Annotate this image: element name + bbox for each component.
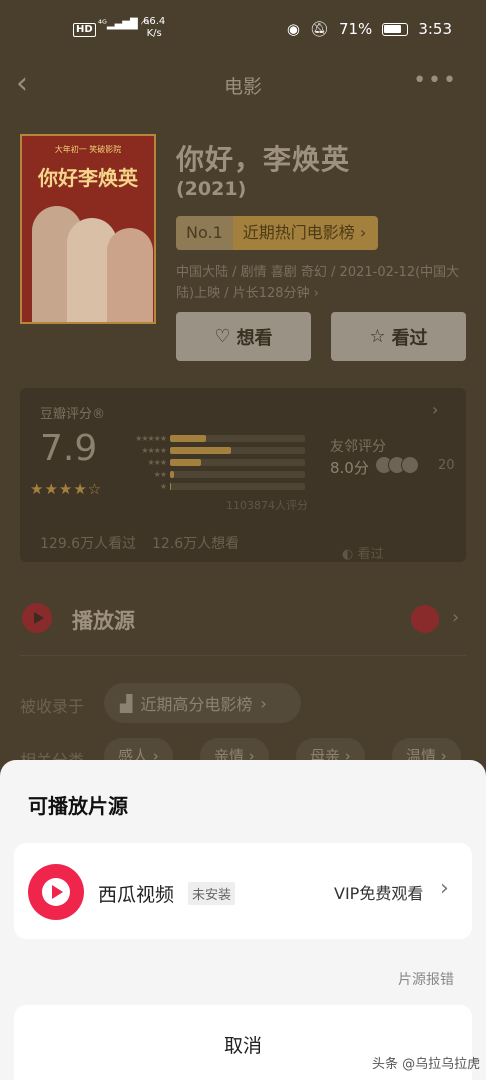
- included-label: 被收录于: [20, 697, 85, 716]
- rating-score: 7.9: [40, 428, 98, 469]
- network-speed: 66.4 K/s: [143, 16, 166, 39]
- battery-icon: [382, 22, 409, 36]
- rating-bar-stars: ★: [159, 481, 167, 491]
- source-vip-label: VIP免费观看: [334, 884, 424, 903]
- mute-bell-icon: 🔕︎: [309, 20, 329, 38]
- divider: [20, 655, 466, 656]
- rank-number: No.1: [176, 216, 233, 250]
- play-source-app-icon[interactable]: [411, 605, 439, 633]
- status-bar: HD ⁴ᴳ▂▄▆█ ◠ 66.4 K/s ◉ 🔕︎ 71% 3:53: [0, 0, 486, 60]
- rank-badge[interactable]: No.1 近期热门电影榜 ›: [176, 216, 379, 250]
- rating-bar-fill: [170, 482, 172, 490]
- movie-year: (2021): [176, 178, 247, 200]
- rating-bar-fill: [170, 446, 231, 454]
- rating-bar-row: ★★: [120, 468, 305, 480]
- signal-icon: ⁴ᴳ▂▄▆█ ◠: [98, 19, 150, 30]
- rating-bar-row: ★: [120, 480, 305, 492]
- clock: 3:53: [418, 20, 452, 38]
- movie-poster[interactable]: 大年初一 笑破影院 你好李焕英: [20, 134, 156, 324]
- install-status-badge: 未安装: [188, 882, 236, 905]
- rating-bar-fill: [170, 458, 202, 466]
- chevron-right-icon[interactable]: ›: [432, 400, 438, 419]
- poster-title: 你好李焕英: [38, 166, 138, 190]
- chevron-right-icon[interactable]: ›: [452, 607, 459, 628]
- rating-bar-row: ★★★★★: [120, 432, 305, 444]
- watched-count: 129.6万人看过: [40, 536, 137, 552]
- rating-bar-track: [170, 470, 305, 478]
- rating-bar-track: [170, 434, 305, 442]
- avatar: ◐: [342, 547, 354, 562]
- poster-tagline: 大年初一 笑破影院: [54, 145, 122, 154]
- star-outline-icon: ☆: [369, 326, 386, 347]
- movie-info[interactable]: 中国大陆 / 剧情 喜剧 奇幻 / 2021-02-12(中国大陆)上映 / 片…: [176, 262, 466, 304]
- rating-bar-track: [170, 458, 305, 466]
- chevron-right-icon: ›: [260, 693, 267, 713]
- sheet-title: 可播放片源: [28, 794, 128, 818]
- avatar: [401, 456, 419, 474]
- included-list-chip[interactable]: ▟ 近期高分电影榜 ›: [104, 683, 301, 723]
- rating-bar-stars: ★★★: [147, 457, 167, 467]
- rating-bar-row: ★★★★: [120, 444, 305, 456]
- heart-plus-icon: ♡: [214, 326, 231, 347]
- eye-icon: ◉: [286, 20, 300, 38]
- play-icon: [22, 603, 52, 633]
- rank-list-name: 近期热门电影榜: [242, 223, 355, 242]
- seen-indicator: ◐ 看过: [342, 547, 384, 562]
- rating-bar-fill: [170, 434, 207, 442]
- rating-bar-stars: ★★★★★: [135, 433, 167, 443]
- rating-stars: ★★★★☆: [30, 480, 103, 498]
- more-dots-icon[interactable]: •••: [413, 68, 458, 93]
- rating-bar-track: [170, 482, 305, 490]
- seen-button[interactable]: ☆ 看过: [331, 312, 466, 361]
- friend-avatars[interactable]: [375, 456, 419, 474]
- battery-percent: 71%: [338, 20, 373, 38]
- xigua-video-icon: [28, 864, 84, 920]
- source-name: 西瓜视频: [98, 884, 175, 906]
- friend-rating-score: 8.0分: [330, 459, 369, 477]
- chevron-right-icon: ›: [440, 876, 449, 901]
- play-source-title: 播放源: [72, 609, 135, 633]
- poster-figure: [107, 228, 153, 322]
- rating-bar-stars: ★★: [153, 469, 167, 479]
- friend-rating-label: 友邻评分: [330, 439, 386, 455]
- rating-bar-track: [170, 446, 305, 454]
- rating-label: 豆瓣评分®: [40, 407, 106, 422]
- rating-bar-row: ★★★: [120, 456, 305, 468]
- chevron-right-icon: ›: [359, 223, 367, 242]
- want-count: 12.6万人想看: [152, 536, 240, 552]
- rating-bar-stars: ★★★★: [141, 445, 167, 455]
- rating-bar-fill: [170, 470, 175, 478]
- movie-title: 你好，李焕英: [176, 143, 351, 176]
- watermark: 头条 @乌拉乌拉虎: [372, 1057, 481, 1072]
- hd-indicator: HD: [73, 23, 96, 37]
- rating-distribution: ★★★★★ ★★★★ ★★★ ★★ ★: [120, 432, 305, 492]
- want-button[interactable]: ♡ 想看: [176, 312, 311, 361]
- report-source-link[interactable]: 片源报错: [398, 969, 454, 989]
- friend-count: 20: [438, 458, 455, 473]
- votes-count: 1103874人评分: [226, 499, 308, 512]
- podium-icon: ▟: [120, 693, 133, 713]
